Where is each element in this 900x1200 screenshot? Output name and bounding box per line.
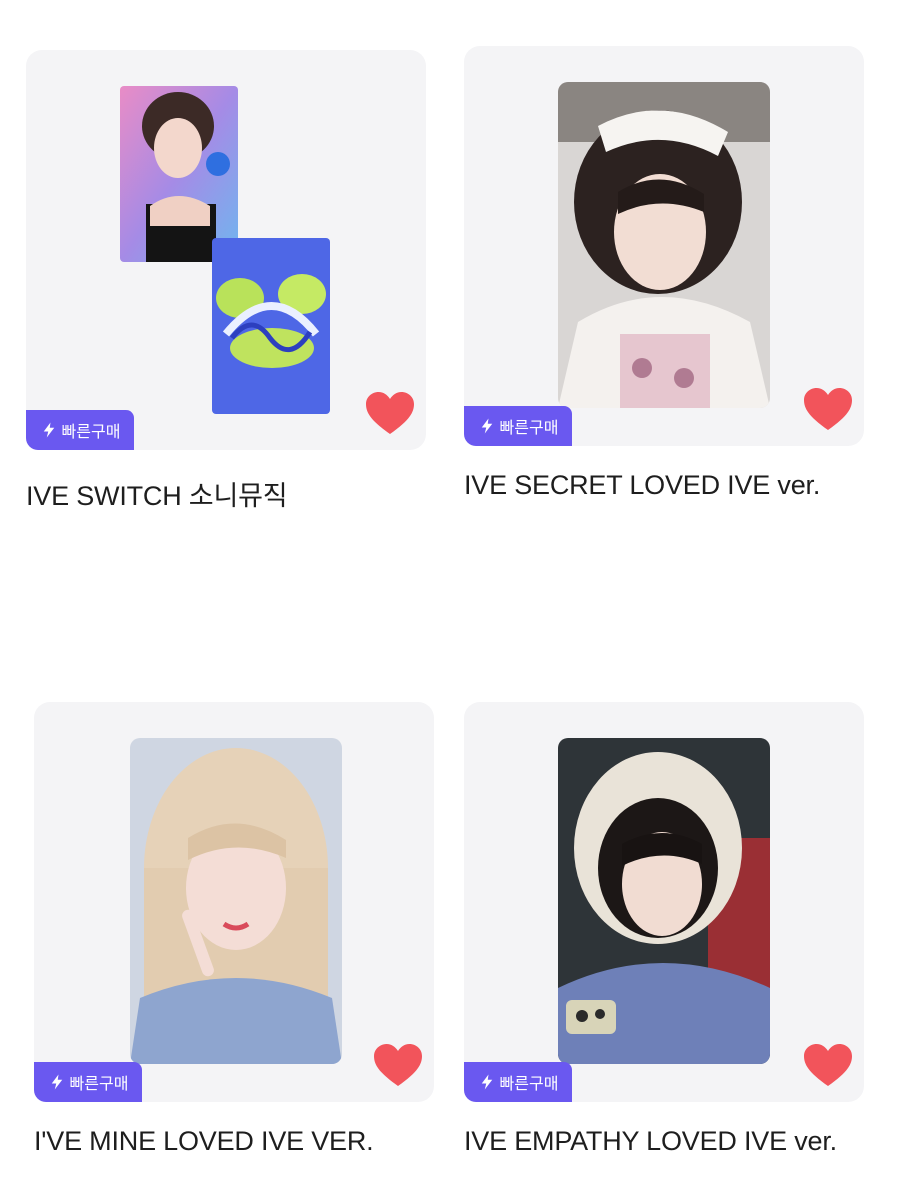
quick-buy-badge: 빠른구매 bbox=[464, 1062, 572, 1102]
photocard-headband bbox=[558, 82, 770, 408]
product-card[interactable]: 빠른구매 bbox=[464, 702, 864, 1102]
product-title[interactable]: IVE EMPATHY LOVED IVE ver. bbox=[464, 1126, 837, 1157]
quick-buy-label: 빠른구매 bbox=[499, 420, 559, 437]
heart-icon[interactable] bbox=[804, 1044, 852, 1088]
product-title[interactable]: IVE SECRET LOVED IVE ver. bbox=[464, 470, 820, 501]
product-title[interactable]: I'VE MINE LOVED IVE VER. bbox=[34, 1126, 374, 1157]
product-card[interactable]: 빠른구매 bbox=[26, 50, 426, 450]
product-card[interactable]: 빠른구매 bbox=[464, 46, 864, 446]
photocard-knit-hood bbox=[558, 738, 770, 1064]
quick-buy-label: 빠른구매 bbox=[61, 424, 121, 441]
heart-icon[interactable] bbox=[366, 392, 414, 436]
lightning-icon bbox=[51, 1074, 62, 1090]
lightning-icon bbox=[481, 1074, 492, 1090]
quick-buy-badge: 빠른구매 bbox=[464, 406, 572, 446]
photocard-album-cover bbox=[212, 238, 330, 414]
quick-buy-label: 빠른구매 bbox=[499, 1076, 559, 1093]
product-card[interactable]: 빠른구매 bbox=[34, 702, 434, 1102]
quick-buy-label: 빠른구매 bbox=[69, 1076, 129, 1093]
heart-icon[interactable] bbox=[804, 388, 852, 432]
product-image-collage bbox=[120, 86, 332, 416]
lightning-icon bbox=[481, 418, 492, 434]
quick-buy-badge: 빠른구매 bbox=[26, 410, 134, 450]
photocard-portrait bbox=[120, 86, 238, 262]
heart-icon[interactable] bbox=[374, 1044, 422, 1088]
quick-buy-badge: 빠른구매 bbox=[34, 1062, 142, 1102]
photocard-blonde bbox=[130, 738, 342, 1064]
lightning-icon bbox=[43, 422, 54, 438]
product-title[interactable]: IVE SWITCH 소니뮤직 bbox=[26, 474, 288, 513]
